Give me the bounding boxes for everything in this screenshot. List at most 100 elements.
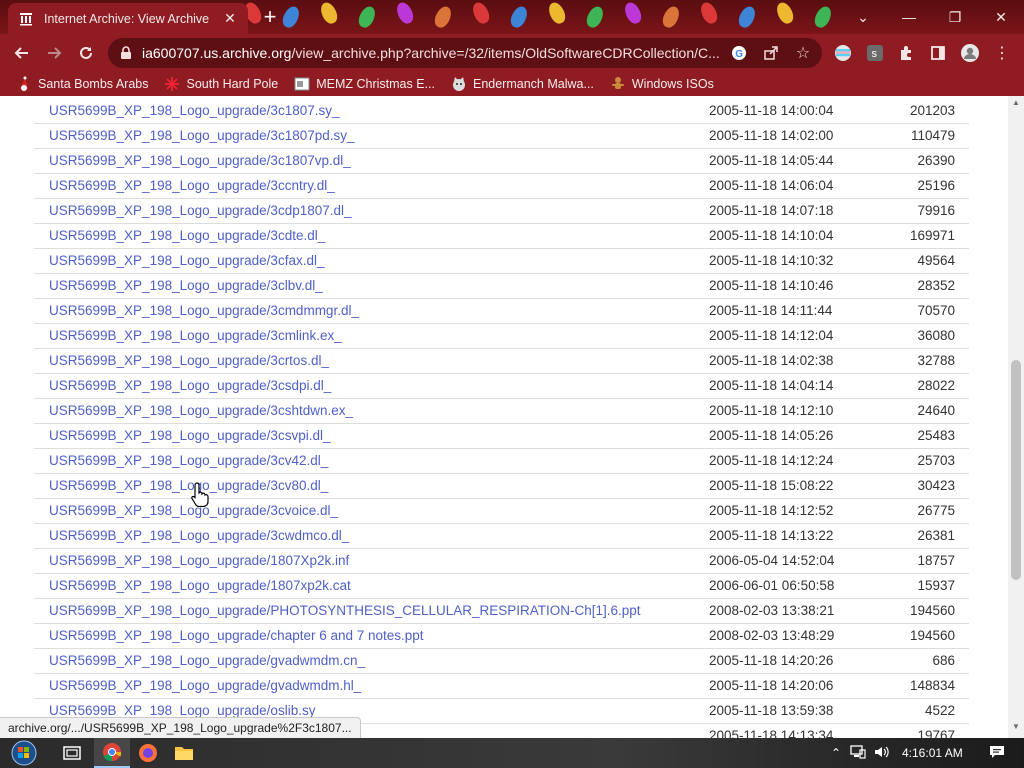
file-name-cell: USR5699B_XP_198_Logo_upgrade/3c1807pd.sy… (34, 123, 709, 148)
file-link[interactable]: USR5699B_XP_198_Logo_upgrade/1807Xp2k.in… (49, 553, 349, 568)
firefox-taskbar-button[interactable] (130, 738, 166, 768)
file-size-cell: 25703 (917, 453, 955, 468)
file-name-cell: USR5699B_XP_198_Logo_upgrade/3cdte.dl_ (34, 223, 709, 248)
file-link[interactable]: USR5699B_XP_198_Logo_upgrade/3cdp1807.dl… (49, 203, 352, 218)
file-link[interactable]: USR5699B_XP_198_Logo_upgrade/3cdte.dl_ (49, 228, 325, 243)
page-content: USR5699B_XP_198_Logo_upgrade/3c1807.sy_ 2… (0, 96, 1008, 738)
file-link[interactable]: USR5699B_XP_198_Logo_upgrade/3c1807.sy_ (49, 103, 339, 118)
extensions-puzzle-icon[interactable] (892, 39, 920, 67)
file-name-cell: USR5699B_XP_198_Logo_upgrade/3cv80.dl_ (34, 473, 709, 498)
notifications-icon[interactable] (985, 745, 1009, 762)
file-date-cell: 2005-11-18 14:10:46 (709, 278, 834, 293)
file-link[interactable]: USR5699B_XP_198_Logo_upgrade/3cv42.dl_ (49, 453, 328, 468)
url-text[interactable]: ia600707.us.archive.org/view_archive.php… (142, 45, 726, 61)
table-row: USR5699B_XP_198_Logo_upgrade/3cv80.dl_ 20… (34, 473, 969, 498)
new-tab-button[interactable]: + (258, 6, 282, 30)
address-bar[interactable]: ia600707.us.archive.org/view_archive.php… (108, 38, 822, 68)
bookmark-item[interactable]: Endermanch Malwa... (451, 72, 594, 96)
light-bulb-icon (318, 0, 340, 26)
file-link[interactable]: USR5699B_XP_198_Logo_upgrade/3clbv.dl_ (49, 278, 323, 293)
start-button[interactable] (4, 738, 44, 768)
file-link[interactable]: USR5699B_XP_198_Logo_upgrade/3csvpi.dl_ (49, 428, 330, 443)
file-size-cell: 70570 (917, 303, 955, 318)
file-name-cell: USR5699B_XP_198_Logo_upgrade/1807Xp2k.in… (34, 548, 709, 573)
file-link[interactable]: USR5699B_XP_198_Logo_upgrade/3cmdmmgr.dl… (49, 303, 359, 318)
file-link[interactable]: USR5699B_XP_198_Logo_upgrade/3c1807pd.sy… (49, 128, 355, 143)
file-link[interactable]: USR5699B_XP_198_Logo_upgrade/gvadwmdm.hl… (49, 678, 361, 693)
forward-button[interactable] (40, 39, 68, 67)
file-size-cell: 32788 (917, 353, 955, 368)
table-row: USR5699B_XP_198_Logo_upgrade/3cvoice.dl_… (34, 498, 969, 523)
file-link[interactable]: USR5699B_XP_198_Logo_upgrade/3cfax.dl_ (49, 253, 324, 268)
tab-internet-archive[interactable]: Internet Archive: View Archive ✕ (8, 3, 248, 34)
volume-icon[interactable] (870, 745, 894, 762)
light-bulb-icon (432, 4, 454, 30)
menu-kebab-icon[interactable]: ⋮ (988, 39, 1016, 67)
light-bulb-icon (698, 0, 720, 26)
show-hidden-icons-icon[interactable]: ⌃ (826, 746, 846, 760)
file-link[interactable]: USR5699B_XP_198_Logo_upgrade/PHOTOSYNTHE… (49, 603, 641, 618)
file-link[interactable]: USR5699B_XP_198_Logo_upgrade/3cv80.dl_ (49, 478, 328, 493)
file-date-cell: 2005-11-18 14:10:32 (709, 253, 834, 268)
file-link[interactable]: USR5699B_XP_198_Logo_upgrade/3cwdmco.dl_ (49, 528, 349, 543)
file-name-cell: USR5699B_XP_198_Logo_upgrade/chapter 6 a… (34, 623, 709, 648)
bookmark-item[interactable]: Santa Bombs Arabs (16, 72, 148, 96)
table-row: USR5699B_XP_198_Logo_upgrade/3cv42.dl_ 20… (34, 448, 969, 473)
task-view-button[interactable] (54, 738, 90, 768)
table-row: USR5699B_XP_198_Logo_upgrade/chapter 6 a… (34, 623, 969, 648)
file-name-cell: USR5699B_XP_198_Logo_upgrade/3cwdmco.dl_ (34, 523, 709, 548)
file-link[interactable]: USR5699B_XP_198_Logo_upgrade/3cmlink.ex_ (49, 328, 342, 343)
file-link[interactable]: USR5699B_XP_198_Logo_upgrade/1807xp2k.ca… (49, 578, 351, 593)
profile-avatar-icon[interactable] (956, 39, 984, 67)
folder-icon (175, 747, 193, 760)
light-bulb-icon (280, 4, 302, 30)
file-link[interactable]: USR5699B_XP_198_Logo_upgrade/3c1807vp.dl… (49, 153, 351, 168)
bookmark-item[interactable]: Windows ISOs (610, 72, 714, 96)
extension-s-icon[interactable]: s (861, 39, 889, 67)
file-link[interactable]: USR5699B_XP_198_Logo_upgrade/3ccntry.dl_ (49, 178, 335, 193)
link-status-bubble: archive.org/.../USR5699B_XP_198_Logo_upg… (0, 717, 361, 738)
bookmark-item[interactable]: MEMZ Christmas E... (294, 72, 435, 96)
light-bulb-icon (508, 4, 530, 30)
file-link[interactable]: USR5699B_XP_198_Logo_upgrade/3crtos.dl_ (49, 353, 329, 368)
table-row: USR5699B_XP_198_Logo_upgrade/3clbv.dl_ 20… (34, 273, 969, 298)
file-link[interactable]: USR5699B_XP_198_Logo_upgrade/oslib.sy_ (49, 703, 323, 718)
chrome-icon (103, 743, 122, 762)
reload-button[interactable] (72, 39, 100, 67)
scroll-up-arrow-icon[interactable]: ▲ (1008, 98, 1024, 112)
minimize-button[interactable]: — (886, 0, 932, 34)
file-size-cell: 79916 (917, 203, 955, 218)
close-tab-icon[interactable]: ✕ (220, 9, 240, 29)
file-link[interactable]: USR5699B_XP_198_Logo_upgrade/chapter 6 a… (49, 628, 424, 643)
side-panel-icon[interactable] (924, 39, 952, 67)
extension-flag-icon[interactable] (829, 39, 857, 67)
clock[interactable]: 4:16:01 AM (902, 746, 963, 760)
tab-search-icon[interactable]: ⌄ (840, 0, 886, 34)
lock-icon (121, 46, 131, 59)
chrome-taskbar-button[interactable] (94, 738, 130, 768)
file-date-cell: 2005-11-18 14:12:24 (709, 453, 834, 468)
file-link[interactable]: USR5699B_XP_198_Logo_upgrade/gvadwmdm.cn… (49, 653, 365, 668)
close-window-button[interactable]: ✕ (978, 0, 1024, 34)
google-lens-icon[interactable]: G (726, 40, 752, 66)
restore-button[interactable]: ❐ (932, 0, 978, 34)
file-explorer-taskbar-button[interactable] (166, 738, 202, 768)
light-bulb-icon (774, 0, 796, 26)
scrollbar-thumb[interactable] (1011, 360, 1021, 580)
file-date-cell: 2005-11-18 14:13:34 (709, 728, 834, 738)
network-icon[interactable] (846, 744, 870, 762)
share-icon[interactable] (758, 40, 784, 66)
file-name-cell: USR5699B_XP_198_Logo_upgrade/3cfax.dl_ (34, 248, 709, 273)
file-link[interactable]: USR5699B_XP_198_Logo_upgrade/3cshtdwn.ex… (49, 403, 353, 418)
vertical-scrollbar[interactable]: ▲ ▼ (1008, 96, 1024, 738)
file-name-cell: USR5699B_XP_198_Logo_upgrade/3csdpi.dl_ (34, 373, 709, 398)
file-date-cell: 2005-11-18 14:00:04 (709, 102, 834, 118)
table-row: USR5699B_XP_198_Logo_upgrade/3cmdmmgr.dl… (34, 298, 969, 323)
scroll-down-arrow-icon[interactable]: ▼ (1008, 722, 1024, 736)
file-link[interactable]: USR5699B_XP_198_Logo_upgrade/3csdpi.dl_ (49, 378, 331, 393)
cat-icon (451, 76, 467, 92)
bookmark-star-icon[interactable]: ☆ (790, 40, 816, 66)
file-date-cell: 2005-11-18 14:07:18 (709, 203, 834, 218)
bookmark-item[interactable]: South Hard Pole (164, 72, 278, 96)
back-button[interactable] (8, 39, 36, 67)
